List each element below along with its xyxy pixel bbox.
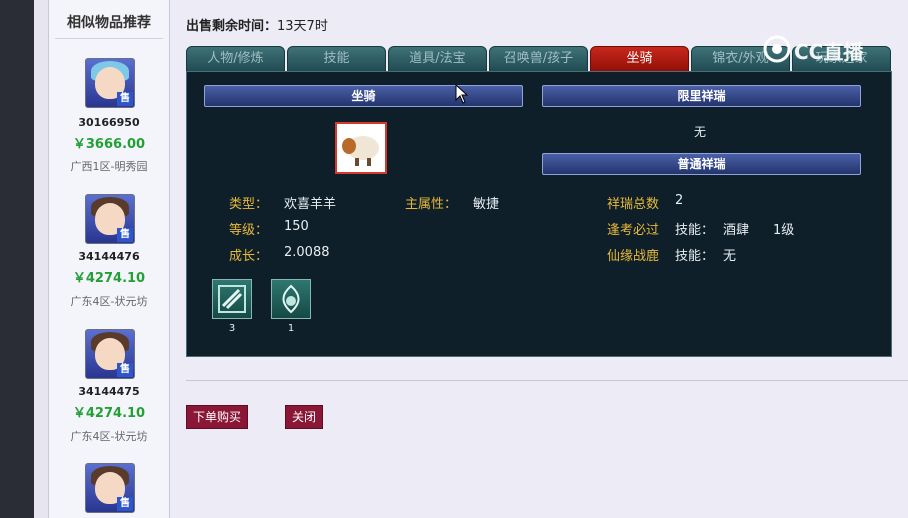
main-attr-value: 敏捷 [473, 197, 500, 212]
buy-button[interactable]: 下单购买 [186, 405, 249, 429]
rec-item-server: 广西1区-明秀园 [70, 160, 148, 173]
remaining-time-value: 13天7时 [277, 19, 328, 34]
main-attr-label: 主属性： [405, 197, 458, 212]
avatar[interactable]: 售 [85, 329, 135, 379]
mount-skill-1-icon[interactable] [212, 279, 252, 319]
tab-skills[interactable]: 技能 [287, 46, 386, 72]
rec-item-id: 34144475 [78, 385, 140, 398]
tab-items[interactable]: 道具/法宝 [388, 46, 487, 72]
rec-item-server: 广东4区-状元坊 [70, 295, 148, 308]
level-label: 等级： [229, 223, 269, 238]
xiangrui-2-skill-label: 技能： [675, 249, 715, 264]
tab-character[interactable]: 人物/修炼 [186, 46, 285, 72]
tab-mount[interactable]: 坐骑 [590, 46, 689, 72]
watermark-logo-icon [763, 35, 791, 63]
close-button[interactable]: 关闭 [285, 405, 324, 429]
sell-badge: 售 [117, 92, 133, 106]
xiangrui-2-name: 仙缘战鹿 [607, 249, 660, 264]
sell-badge: 售 [117, 497, 133, 511]
xiangrui-1-skill-name: 酒肆 [723, 223, 750, 238]
xiangrui-total-value: 2 [675, 193, 684, 208]
mount-skill-1-count: 3 [228, 323, 236, 334]
limited-xiangrui-header: 限里祥瑞 [542, 85, 861, 107]
sell-badge: 售 [117, 363, 133, 377]
rec-item-id: 30166950 [78, 116, 140, 129]
normal-xiangrui-header: 普通祥瑞 [542, 153, 861, 175]
remaining-time-label: 出售剩余时间： [186, 19, 278, 34]
xiangrui-1-skill-label: 技能： [675, 223, 715, 238]
main-content: 出售剩余时间：13天7时 人物/修炼 技能 道具/法宝 召唤兽/孩子 坐骑 锦衣… [169, 0, 908, 518]
mouse-cursor-icon [455, 84, 469, 104]
content-divider [186, 380, 908, 381]
sell-badge: 售 [117, 228, 133, 242]
limited-xiangrui-value: 无 [694, 125, 707, 139]
rec-item-price: ￥4274.10 [72, 406, 146, 421]
xiangrui-total-label: 祥瑞总数 [607, 197, 660, 212]
avatar[interactable]: 售 [85, 463, 135, 513]
type-label: 类型： [229, 197, 269, 212]
mount-header: 坐骑 [204, 85, 523, 107]
sheep-mount-icon[interactable] [335, 122, 387, 174]
rec-item-id: 34144476 [78, 250, 140, 263]
tab-pets[interactable]: 召唤兽/孩子 [489, 46, 588, 72]
similar-items-sidebar: 相似物品推荐 售 30166950 ￥3666.00 广西1区-明秀园 售 34… [48, 0, 170, 518]
rec-item-price: ￥3666.00 [72, 137, 146, 152]
xiangrui-1-skill-level: 1级 [773, 223, 795, 238]
sidebar-title: 相似物品推荐 [67, 15, 151, 31]
mount-skill-2-count: 1 [287, 323, 295, 334]
remaining-time: 出售剩余时间：13天7时 [186, 15, 328, 34]
sidebar-divider [55, 38, 163, 39]
rec-item-server: 广东4区-状元坊 [70, 430, 148, 443]
watermark-text: CC直播 [794, 40, 864, 64]
xiangrui-2-skill-value: 无 [723, 249, 737, 264]
level-value: 150 [284, 219, 309, 234]
xiangrui-1-name: 逢考必过 [607, 223, 660, 238]
rec-item-price: ￥4274.10 [72, 271, 146, 286]
left-light-gutter [34, 0, 48, 518]
type-value: 欢喜羊羊 [284, 197, 337, 212]
stream-watermark: CC直播 [762, 34, 882, 64]
avatar[interactable]: 售 [85, 194, 135, 244]
growth-value: 2.0088 [284, 245, 330, 260]
left-dark-gutter [0, 0, 34, 518]
mount-skill-2-icon[interactable] [271, 279, 311, 319]
avatar[interactable]: 售 [85, 58, 135, 108]
growth-label: 成长： [229, 249, 269, 264]
mount-panel: 坐骑 限里祥瑞 无 普通祥瑞 类型： 欢喜羊羊 主属性： 敏捷 等级： 150 … [186, 71, 892, 357]
